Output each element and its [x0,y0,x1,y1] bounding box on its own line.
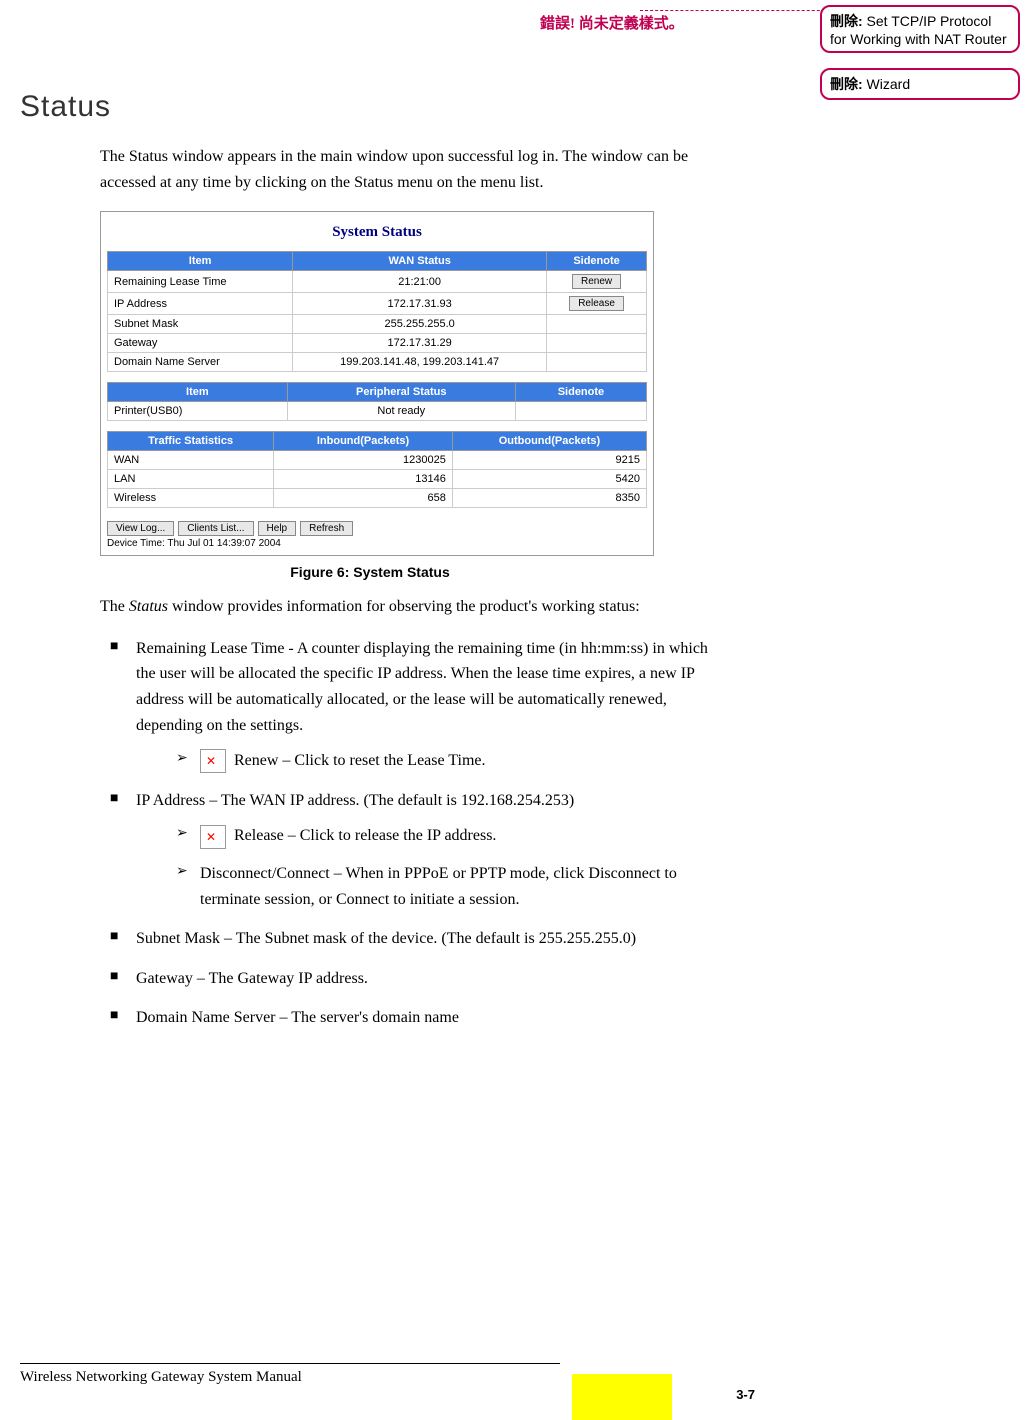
table-row: WAN12300259215 [108,451,647,470]
figure-caption: Figure 6: System Status [100,564,640,580]
table-row: Wireless6588350 [108,489,647,508]
clients-list-button[interactable]: Clients List... [178,521,253,536]
yellow-highlight-block [572,1374,672,1420]
sub-renew: Renew – Click to reset the Lease Time. [176,748,710,774]
footer-rule [20,1363,560,1364]
annotation-connector [640,10,840,11]
annotation-box-1: 刪除: Set TCP/IP Protocol for Working with… [820,5,1020,53]
broken-image-icon [200,825,226,849]
release-button[interactable]: Release [569,296,624,311]
sub-disconnect: Disconnect/Connect – When in PPPoE or PP… [176,861,710,912]
table-row: LAN131465420 [108,470,647,489]
header-error-text: 錯誤! 尚未定義樣式。 [540,12,684,33]
table-row: Gateway172.17.31.29 [108,334,647,353]
table-row: Subnet Mask255.255.255.0 [108,315,647,334]
wan-h3: Sidenote [547,252,647,271]
page-title: Status [20,90,710,124]
annotation-label: 刪除: [830,76,863,92]
wan-h1: Item [108,252,293,271]
bullet-gateway: Gateway – The Gateway IP address. [110,966,710,992]
bullet-ip-address: IP Address – The WAN IP address. (The de… [110,788,710,912]
intro-paragraph: The Status window appears in the main wi… [100,144,710,195]
annotation-text: Wizard [863,76,910,92]
table-row: Printer(USB0)Not ready [108,402,647,421]
traffic-stats-table: Traffic Statistics Inbound(Packets) Outb… [107,431,647,508]
peripheral-status-table: Item Peripheral Status Sidenote Printer(… [107,382,647,421]
table-row: Remaining Lease Time21:21:00Renew [108,271,647,293]
system-status-figure: System Status Item WAN Status Sidenote R… [100,211,654,556]
device-time-text: Device Time: Thu Jul 01 14:39:07 2004 [107,538,647,549]
wan-status-table: Item WAN Status Sidenote Remaining Lease… [107,251,647,372]
status-em: Status [129,598,168,615]
figure-inner-title: System Status [107,224,647,241]
bullet-subnet: Subnet Mask – The Subnet mask of the dev… [110,926,710,952]
broken-image-icon [200,749,226,773]
bullet-lease-time: Remaining Lease Time - A counter display… [110,636,710,774]
bullet-dns: Domain Name Server – The server's domain… [110,1005,710,1031]
after-figure-paragraph: The Status window provides information f… [100,594,710,620]
sub-release: Release – Click to release the IP addres… [176,823,710,849]
page-number: 3-7 [736,1387,755,1402]
annotation-label: 刪除: [830,13,863,29]
footer-text: Wireless Networking Gateway System Manua… [20,1369,302,1385]
renew-button[interactable]: Renew [572,274,621,289]
wan-h2: WAN Status [293,252,547,271]
figure-button-row: View Log... Clients List... Help Refresh [107,518,647,536]
help-button[interactable]: Help [258,521,297,536]
table-row: Domain Name Server199.203.141.48, 199.20… [108,353,647,372]
table-row: IP Address172.17.31.93Release [108,293,647,315]
annotation-box-2: 刪除: Wizard [820,68,1020,100]
view-log-button[interactable]: View Log... [107,521,174,536]
refresh-button[interactable]: Refresh [300,521,353,536]
